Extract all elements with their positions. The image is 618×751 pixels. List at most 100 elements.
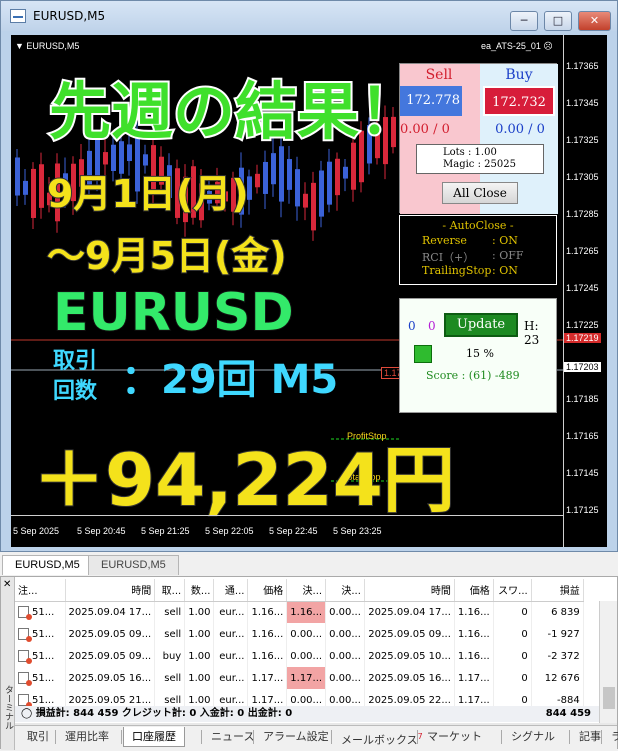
column-header[interactable]: 時間	[364, 579, 455, 602]
price-tick-label: 1.17285	[566, 209, 599, 219]
table-cell: 0	[493, 667, 532, 689]
order-id: 51...	[32, 607, 55, 619]
terminal-tab[interactable]: アラーム設定	[255, 727, 337, 747]
terminal-tab[interactable]: 口座履歴	[123, 727, 185, 747]
table-cell: eur...	[213, 645, 249, 667]
column-header[interactable]: 決...	[286, 579, 327, 602]
column-header[interactable]: 時間	[65, 579, 156, 602]
column-header[interactable]: 通...	[213, 579, 249, 602]
table-row[interactable]: 51... 2025.09.05 16... sell 1.00 eur... 1.17.…	[15, 667, 584, 689]
minimize-button[interactable]: ─	[510, 11, 538, 31]
overlay-trades-label-2: 回数	[53, 379, 98, 404]
price-tick-label: 1.17125	[566, 505, 599, 515]
time-tick-label: 5 Sep 20:45	[77, 526, 126, 536]
deal-icon	[18, 606, 32, 621]
candle-body	[39, 164, 44, 208]
buy-button[interactable]: 172.732	[483, 86, 555, 116]
table-cell: 1.16...	[247, 601, 288, 623]
update-button[interactable]: Update	[444, 313, 518, 337]
autoclose-value: : ON	[492, 264, 518, 277]
candle-body	[271, 153, 276, 185]
bid-price-tag: 1.17203	[564, 362, 601, 372]
column-header[interactable]: 決...	[325, 579, 365, 602]
time-tick-label: 5 Sep 23:25	[333, 526, 382, 536]
table-cell: 1.17...	[454, 667, 494, 689]
price-tick-label: 1.17365	[566, 61, 599, 71]
terminal-tab-label: ニュース	[211, 730, 255, 743]
table-cell: -2 372	[531, 645, 584, 667]
sell-button[interactable]: 172.778	[400, 86, 462, 116]
chart-tab-active[interactable]: EURUSD,M5	[2, 555, 93, 575]
column-header[interactable]: 損益	[531, 579, 584, 602]
column-header[interactable]: 価格	[454, 579, 494, 602]
hour-value: H: 23	[524, 319, 540, 347]
terminal-tab[interactable]: シグナル	[503, 727, 563, 747]
candle-body	[335, 158, 340, 196]
table-cell: 1.16...	[454, 601, 494, 623]
table-cell: 0	[493, 623, 532, 645]
maximize-button[interactable]: □	[544, 11, 572, 31]
table-cell: 2025.09.05 09...	[364, 623, 455, 645]
tab-separator	[417, 730, 418, 744]
column-header[interactable]: 注...	[15, 579, 66, 602]
table-cell: 0.00...	[286, 623, 327, 645]
table-row[interactable]: 51... 2025.09.05 09... sell 1.00 eur... 1.16.…	[15, 623, 584, 645]
terminal-panel: ✕ ターミナル 注... 時間 取... 数... 通... 価格 決... 決... 時間 価格…	[0, 576, 618, 750]
time-axis[interactable]: 5 Sep 2025 5 Sep 20:45 5 Sep 21:25 5 Sep 22…	[11, 515, 563, 547]
table-cell: 2025.09.04 17...	[364, 601, 455, 623]
time-tick-label: 5 Sep 22:05	[205, 526, 254, 536]
sell-label: Sell	[425, 67, 453, 83]
table-cell: 1.16...	[454, 623, 494, 645]
table-cell: 2025.09.05 16...	[364, 667, 455, 689]
order-id: 51...	[32, 695, 55, 706]
candle-body	[15, 157, 20, 196]
table-cell: sell	[154, 601, 186, 623]
table-cell: 2025.09.05 10...	[364, 645, 455, 667]
tab-separator	[201, 730, 202, 744]
terminal-tab-label: マーケット	[427, 730, 482, 743]
column-header[interactable]: 価格	[247, 579, 288, 602]
candle-body	[279, 146, 284, 202]
candle-body	[23, 180, 28, 195]
table-cell: 0.00...	[325, 667, 365, 689]
scroll-thumb[interactable]	[603, 687, 615, 709]
table-cell: 2025.09.05 16...	[65, 667, 156, 689]
tab-separator	[601, 730, 602, 744]
table-cell: eur...	[213, 623, 249, 645]
terminal-tab-label: 取引	[27, 730, 49, 743]
chart-tab[interactable]: EURUSD,M5	[88, 555, 179, 575]
terminal-tab-label: 運用比率	[65, 730, 109, 743]
table-row[interactable]: 51... 2025.09.04 17... sell 1.00 eur... 1.16.…	[15, 601, 584, 623]
column-header[interactable]: 取...	[154, 579, 186, 602]
overlay-trades-label-1: 取引	[53, 349, 98, 374]
table-cell: 0.00...	[286, 645, 327, 667]
table-row[interactable]: 51... 2025.09.05 09... buy 1.00 eur... 1.16..…	[15, 645, 584, 667]
candle-body	[287, 159, 292, 190]
tab-separator	[121, 730, 122, 744]
terminal-tab[interactable]: 運用比率	[57, 727, 117, 747]
table-cell: 1.00	[184, 623, 215, 645]
column-header[interactable]: 数...	[184, 579, 215, 602]
vertical-scrollbar[interactable]	[599, 601, 617, 723]
column-header[interactable]: スワ...	[493, 579, 532, 602]
table-cell: buy	[154, 645, 186, 667]
autoclose-key: Reverse	[422, 234, 467, 247]
close-button[interactable]: ✕	[578, 11, 611, 31]
status-indicator[interactable]	[414, 345, 432, 363]
all-close-button[interactable]: All Close	[442, 182, 518, 204]
terminal-tab[interactable]: ライブ	[603, 727, 618, 747]
table-cell: 1.16...	[247, 623, 288, 645]
terminal-tab[interactable]: マーケット	[419, 727, 490, 747]
close-icon[interactable]: ✕	[3, 579, 11, 590]
deal-icon	[18, 672, 32, 686]
window-titlebar[interactable]: EURUSD,M5 ─ □ ✕	[1, 1, 617, 31]
price-chart[interactable]: ProfitStop TotalStop 1.17200 ▼ EURUSD,M5…	[11, 35, 607, 547]
table-cell: 0.00...	[325, 645, 365, 667]
terminal-tab[interactable]: 取引	[19, 727, 57, 747]
table-cell: 2025.09.04 17...	[65, 601, 156, 623]
current-price-tag: 1.17219	[564, 333, 601, 343]
buy-positions: 0.00 / 0	[495, 122, 545, 137]
price-axis[interactable]: 1.17219 1.17203 1.17365 1.17345 1.17325 1.1…	[563, 35, 607, 547]
sell-positions: 0.00 / 0	[400, 122, 450, 137]
autoclose-key: TrailingStop	[422, 264, 492, 277]
